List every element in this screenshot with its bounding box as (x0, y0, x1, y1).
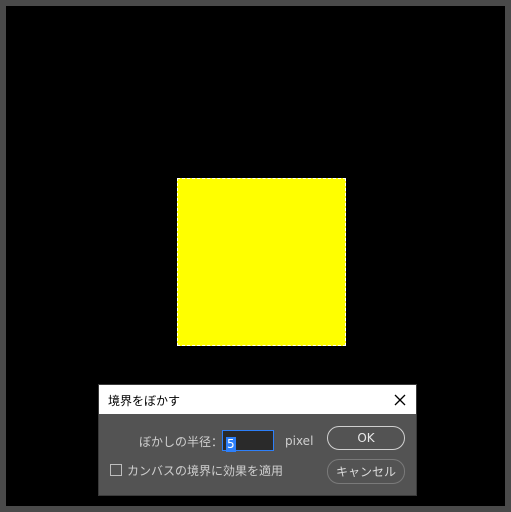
feather-selection-dialog: 境界をぼかす ぼかしの半径： 5 pixel OK キャンセル カンバスの境界に… (99, 385, 416, 495)
yellow-square-selection[interactable] (177, 178, 346, 346)
unit-label: pixel (285, 434, 314, 448)
cancel-button[interactable]: キャンセル (327, 459, 405, 484)
apply-canvas-bounds-label: カンバスの境界に効果を適用 (127, 464, 284, 478)
feather-radius-label: ぼかしの半径： (139, 435, 224, 449)
feather-radius-value: 5 (226, 437, 236, 452)
apply-canvas-bounds-checkbox[interactable] (110, 464, 122, 476)
feather-radius-input[interactable]: 5 (222, 430, 274, 452)
dialog-title: 境界をぼかす (108, 394, 181, 408)
dialog-titlebar: 境界をぼかす (99, 385, 416, 414)
close-button[interactable] (384, 385, 416, 414)
close-icon (394, 394, 406, 405)
ok-button[interactable]: OK (327, 426, 405, 450)
